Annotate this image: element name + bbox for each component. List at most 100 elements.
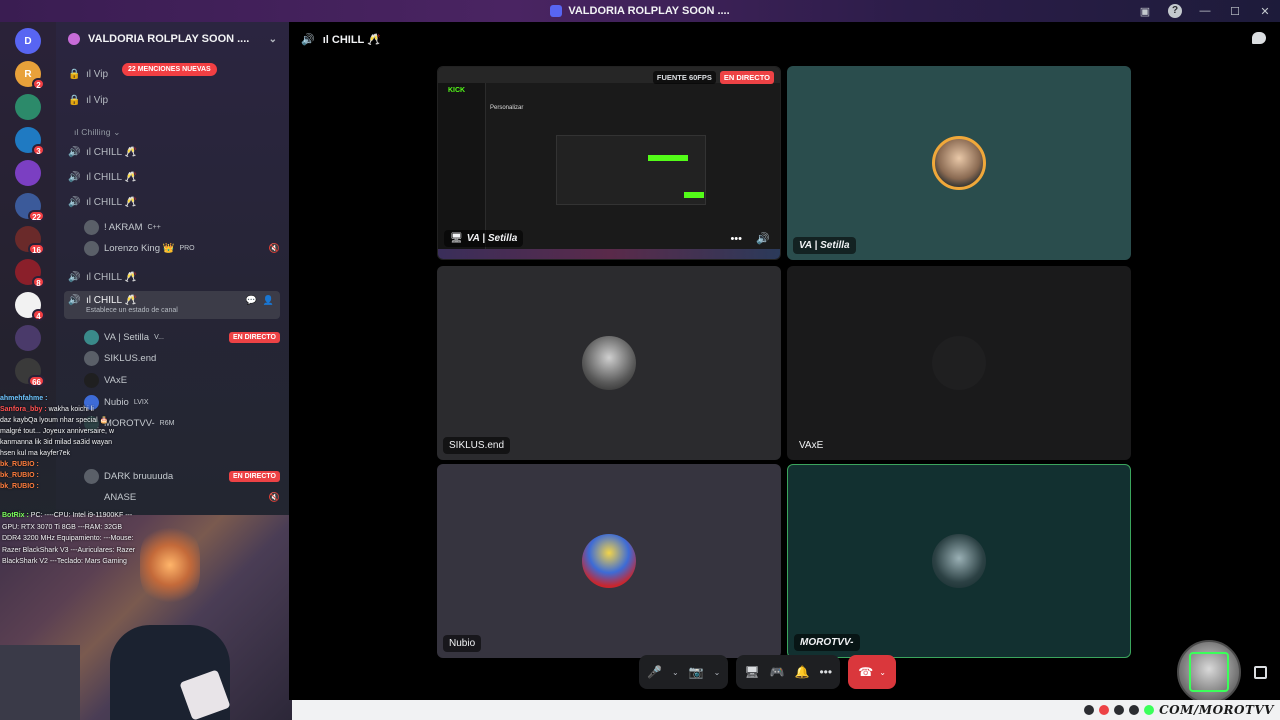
chat-text: kanmanna lik 3id milad sa3id wayan <box>0 439 113 446</box>
video-tile-siklus[interactable]: SIKLUS.end <box>437 266 781 460</box>
more-icon[interactable]: ••• <box>819 665 832 679</box>
user-name: SIKLUS.end <box>104 352 157 364</box>
shared-screen: KICK Personalizar <box>438 67 780 251</box>
video-tile-vaxe[interactable]: VAxE <box>787 266 1131 460</box>
video-tile-setilla[interactable]: VA | Setilla <box>787 66 1131 260</box>
server-icon[interactable]: 4 <box>15 292 45 321</box>
voice-user[interactable]: VAxE <box>84 370 280 390</box>
user-name: Lorenzo King 👑 <box>104 242 175 254</box>
chat-line: ahmehfahme : <box>0 393 150 404</box>
video-tile-nubio[interactable]: Nubio <box>437 464 781 658</box>
voice-user[interactable]: SIKLUS.end <box>84 348 280 368</box>
volume-icon[interactable]: 🔊 <box>756 232 770 245</box>
channel-chill-active[interactable]: 🔊 ıl CHILL 🥂 Establece un estado de cana… <box>64 291 280 319</box>
chat-user: bk_RUBIO : <box>0 483 39 490</box>
video-tile-moro[interactable]: MOROTVV- <box>787 464 1131 658</box>
chevron-down-icon[interactable]: ⌄ <box>879 668 886 677</box>
channel-chill-1[interactable]: 🔊 ıl CHILL 🥂 <box>64 141 280 163</box>
media-controls: 🎤 ⌄ 📷 ⌄ <box>639 655 729 689</box>
more-icon[interactable]: ••• <box>730 233 742 245</box>
chat-icon[interactable]: 💬 <box>246 295 257 306</box>
disconnect-button[interactable]: ☎ ⌄ <box>848 655 897 689</box>
camera-off-icon[interactable]: 📷 <box>689 665 704 679</box>
live-badge: EN DIRECTO <box>719 71 774 84</box>
chat-text: wakha koichi li <box>48 406 94 413</box>
avatar <box>582 336 636 390</box>
channel-vip-2[interactable]: 🔒 ıl Vip <box>64 89 280 111</box>
chat-line: bk_RUBIO : <box>0 481 150 492</box>
close-button[interactable]: ✕ <box>1250 5 1280 18</box>
server-icon[interactable] <box>15 160 41 186</box>
stream-chat-overlay: ahmehfahme : Sanfora_bby : wakha koichi … <box>0 393 150 492</box>
add-user-icon[interactable]: 👤 <box>263 295 274 306</box>
chevron-down-icon[interactable]: ⌄ <box>714 668 721 677</box>
green-button <box>648 155 688 161</box>
server-icon[interactable] <box>15 94 41 120</box>
help-icon[interactable]: ? <box>1168 4 1182 18</box>
server-badge: 8 <box>32 276 45 288</box>
server-label: R <box>24 68 32 80</box>
voice-user[interactable]: Lorenzo King 👑 PRO 🔇 <box>84 238 280 258</box>
guild-name: VALDORIA ROLPLAY SOON .... <box>88 33 250 45</box>
stream-tile-setilla[interactable]: KICK Personalizar FUENTE 60FPS EN DIRECT… <box>437 66 781 260</box>
maximize-button[interactable]: ☐ <box>1220 5 1250 18</box>
app-heading: Personalizar <box>490 105 524 111</box>
social-icon <box>1129 705 1140 715</box>
activity-icon[interactable]: 🎮 <box>770 665 785 679</box>
chat-icon[interactable] <box>1252 32 1266 44</box>
screen-share-icon[interactable]: 🖥 <box>744 665 759 679</box>
live-badge: EN DIRECTO <box>228 331 280 343</box>
title-bar: VALDORIA ROLPLAY SOON .... ▣ ? — ☐ ✕ <box>0 0 1280 22</box>
app-sidebar <box>438 83 486 251</box>
server-icon[interactable]: 22 <box>15 193 45 222</box>
lock-icon: 🔒 <box>68 68 81 80</box>
mic-icon[interactable]: 🎤 <box>647 665 662 679</box>
server-icon[interactable] <box>15 325 41 351</box>
server-icon-r[interactable]: R2 <box>15 61 45 90</box>
discord-window: VALDORIA ROLPLAY SOON .... ▣ ? — ☐ ✕ D R… <box>0 0 1280 720</box>
kick-icon <box>1144 705 1155 715</box>
soundboard-icon[interactable]: 🔔 <box>795 665 810 679</box>
chevron-down-icon[interactable]: ⌄ <box>269 34 277 45</box>
hangup-icon: ☎ <box>858 665 874 679</box>
channel-chill-4[interactable]: 🔊 ıl CHILL 🥂 <box>64 266 280 288</box>
specs-text: PC: ----CPU: Intel i9-11900KF ---GPU: RT… <box>2 512 136 565</box>
server-icon[interactable]: 66 <box>15 358 45 387</box>
stream-quality: FUENTE 60FPS <box>652 71 716 84</box>
channel-label: ıl CHILL 🥂 <box>86 146 137 158</box>
chat-text: malgré tout... Joyeux anniversaire, w <box>0 428 114 435</box>
minimize-button[interactable]: — <box>1190 5 1220 17</box>
channel-chill-2[interactable]: 🔊 ıl CHILL 🥂 <box>64 166 280 188</box>
server-badge: 16 <box>28 243 45 255</box>
screen-icon: 🖥 <box>450 233 463 244</box>
chat-text: hsen kul ma kayfer7ek <box>0 450 71 457</box>
voice-user[interactable]: ! AKRAM C++ <box>84 217 280 237</box>
voice-user[interactable]: VA | Setilla V... EN DIRECTO <box>84 327 280 347</box>
server-icon[interactable]: 8 <box>15 259 45 288</box>
server-badge: 3 <box>32 144 45 156</box>
bot-name: BotRix : <box>2 512 29 519</box>
server-badge: 22 <box>28 210 45 222</box>
user-tag: V... <box>154 333 164 341</box>
fullscreen-icon[interactable] <box>1254 666 1267 679</box>
guild-header[interactable]: VALDORIA ROLPLAY SOON .... ⌄ <box>56 22 289 56</box>
server-icon[interactable]: 16 <box>15 226 45 255</box>
social-icon <box>1099 705 1110 715</box>
chevron-down-icon[interactable]: ⌄ <box>672 668 679 677</box>
channel-chill-3[interactable]: 🔊 ıl CHILL 🥂 <box>64 191 280 213</box>
channel-actions: 💬 👤 <box>246 295 274 306</box>
avatar <box>84 350 99 366</box>
shared-taskbar <box>438 249 780 259</box>
server-icon[interactable]: 3 <box>15 127 45 156</box>
avatar <box>84 372 99 388</box>
chat-user: bk_RUBIO : <box>0 461 39 468</box>
inbox-icon[interactable]: ▣ <box>1130 5 1160 18</box>
discord-icon[interactable]: D <box>15 28 41 54</box>
user-tag: R6M <box>159 419 175 427</box>
channel-status[interactable]: Establece un estado de canal <box>86 307 178 314</box>
speaker-icon: 🔊 <box>68 196 81 208</box>
social-icon <box>1084 705 1095 715</box>
channel-vip-1[interactable]: 🔒 ıl Vip <box>64 63 280 85</box>
category-chilling[interactable]: ıl Chilling ⌄ <box>74 127 121 138</box>
chat-line: bk_RUBIO : <box>0 470 150 481</box>
